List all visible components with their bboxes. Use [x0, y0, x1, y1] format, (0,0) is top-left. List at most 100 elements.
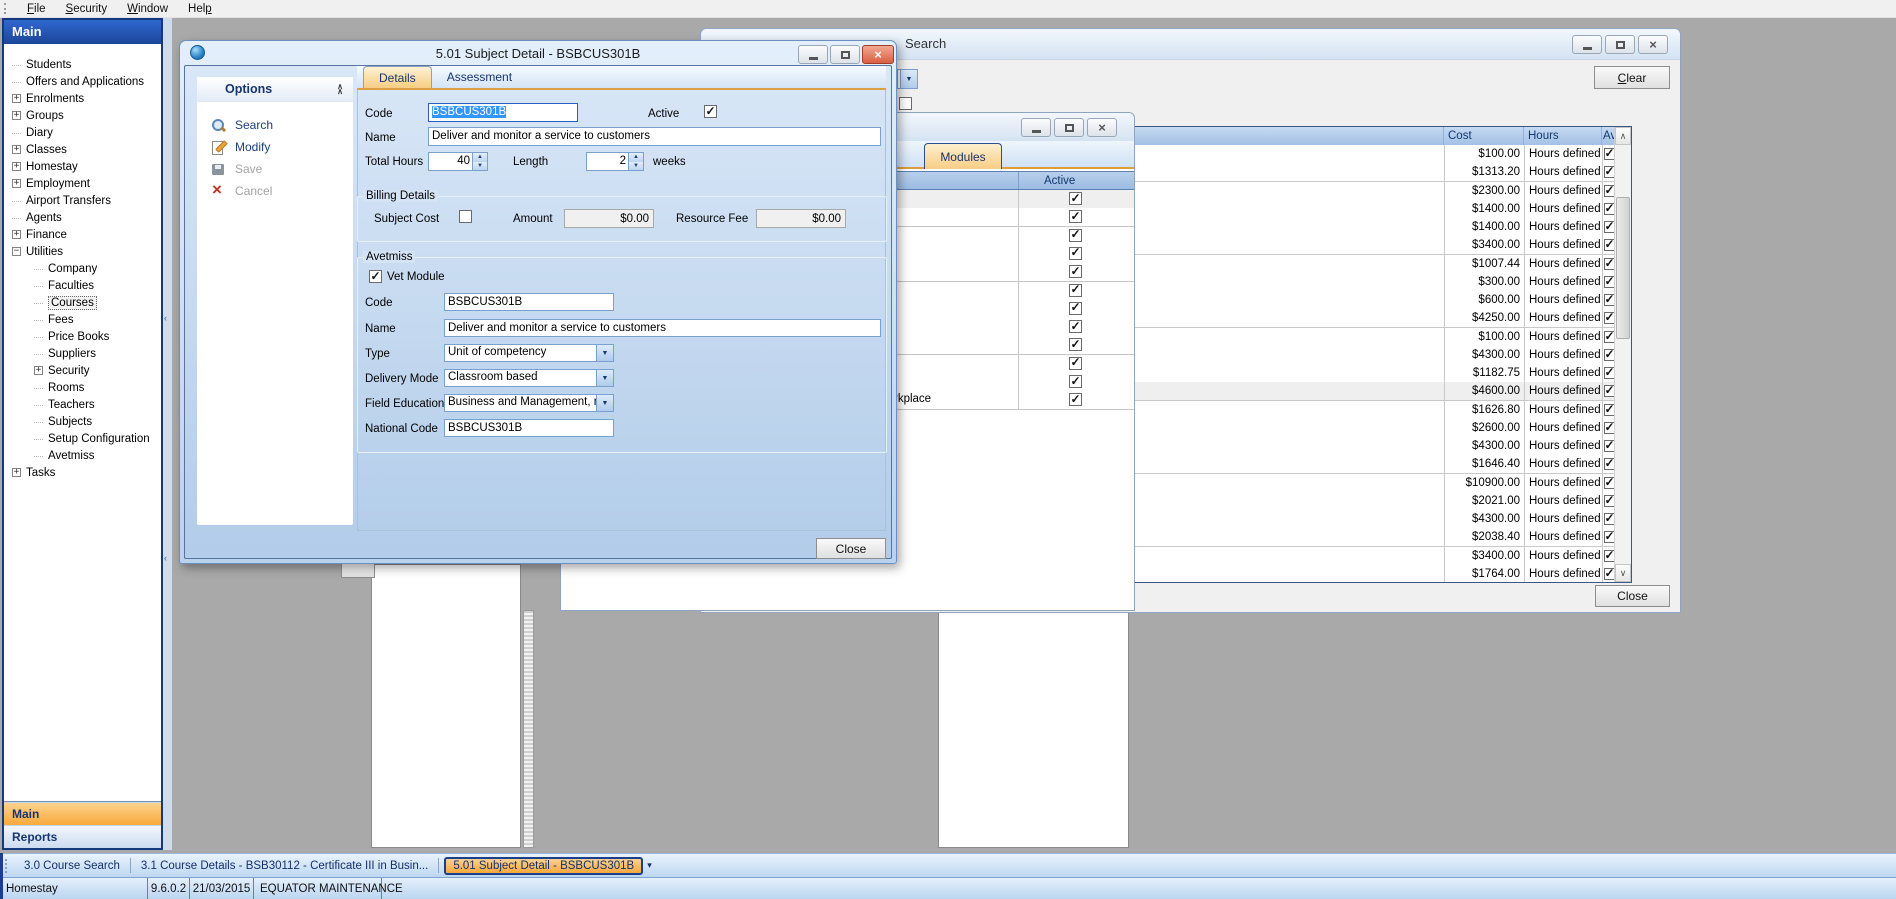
- module-active-checkbox[interactable]: [1069, 210, 1082, 223]
- tab-modules[interactable]: Modules: [924, 143, 1002, 169]
- available-checkbox[interactable]: [1604, 550, 1615, 562]
- avetmiss-name-input[interactable]: Deliver and monitor a service to custome…: [444, 319, 881, 337]
- available-checkbox[interactable]: [1604, 239, 1615, 251]
- code-input[interactable]: BSBCUS301B: [428, 103, 578, 122]
- sidebar-item-utilities[interactable]: −Utilities: [4, 243, 161, 260]
- spin-down-icon[interactable]: ▼: [629, 162, 643, 171]
- sidebar-item-price-books[interactable]: Price Books: [4, 328, 161, 345]
- close-button[interactable]: ×: [1087, 118, 1117, 137]
- available-checkbox[interactable]: [1604, 367, 1615, 379]
- options-header[interactable]: Options ∧∧: [197, 77, 353, 102]
- available-checkbox[interactable]: [1604, 440, 1615, 452]
- sidebar-button-reports[interactable]: Reports: [4, 825, 161, 848]
- collapse-icon[interactable]: −: [12, 247, 21, 256]
- chevron-down-icon[interactable]: ▼: [900, 70, 917, 88]
- delivery-mode-dropdown[interactable]: Classroom based ▼: [444, 369, 614, 387]
- maximize-button[interactable]: [830, 45, 860, 64]
- sidebar-item-subjects[interactable]: Subjects: [4, 413, 161, 430]
- avetmiss-code-input[interactable]: BSBCUS301B: [444, 293, 614, 311]
- available-checkbox[interactable]: [1604, 458, 1615, 470]
- available-checkbox[interactable]: [1604, 568, 1615, 580]
- total-hours-stepper[interactable]: 40 ▲▼: [428, 152, 488, 171]
- available-checkbox[interactable]: [1604, 258, 1615, 270]
- column-header-cost[interactable]: Cost: [1444, 127, 1524, 145]
- menu-item-window[interactable]: Window: [117, 2, 178, 16]
- collapse-chevrons-icon[interactable]: ∧∧: [337, 84, 343, 94]
- sidebar-item-fees[interactable]: Fees: [4, 311, 161, 328]
- module-active-checkbox[interactable]: [1069, 320, 1082, 333]
- chevron-down-icon[interactable]: ▼: [596, 370, 613, 386]
- module-active-checkbox[interactable]: [1069, 393, 1082, 406]
- taskbar-tab-3-1-course-details-bsb30112-ce[interactable]: 3.1 Course Details - BSB30112 - Certific…: [133, 858, 436, 874]
- vet-module-checkbox[interactable]: [369, 270, 382, 283]
- available-checkbox[interactable]: [1604, 349, 1615, 361]
- sidebar-item-rooms[interactable]: Rooms: [4, 379, 161, 396]
- type-dropdown[interactable]: Unit of competency ▼: [444, 344, 614, 362]
- spin-down-icon[interactable]: ▼: [473, 162, 487, 171]
- sidebar-item-employment[interactable]: +Employment: [4, 175, 161, 192]
- sidebar-item-finance[interactable]: +Finance: [4, 226, 161, 243]
- sidebar-item-tasks[interactable]: +Tasks: [4, 464, 161, 481]
- sidebar-button-main[interactable]: Main: [4, 802, 161, 825]
- available-checkbox[interactable]: [1604, 477, 1615, 489]
- expand-icon[interactable]: +: [12, 468, 21, 477]
- sidebar-item-teachers[interactable]: Teachers: [4, 396, 161, 413]
- expand-icon[interactable]: +: [12, 145, 21, 154]
- minimize-button[interactable]: [1572, 35, 1602, 54]
- module-active-checkbox[interactable]: [1069, 375, 1082, 388]
- available-checkbox[interactable]: [1604, 422, 1615, 434]
- search-filter-dropdown[interactable]: ▼: [897, 69, 918, 89]
- sidebar-item-airport-transfers[interactable]: Airport Transfers: [4, 192, 161, 209]
- amount-field[interactable]: $0.00: [564, 209, 654, 228]
- close-button[interactable]: ×: [1638, 35, 1668, 54]
- tab-assessment[interactable]: Assessment: [432, 66, 527, 88]
- available-checkbox[interactable]: [1604, 531, 1615, 543]
- expand-icon[interactable]: +: [12, 179, 21, 188]
- available-checkbox[interactable]: [1604, 385, 1615, 397]
- resource-fee-field[interactable]: $0.00: [756, 209, 846, 228]
- dialog-titlebar[interactable]: 5.01 Subject Detail - BSBCUS301B ×: [180, 41, 896, 65]
- length-stepper[interactable]: 2 ▲▼: [586, 152, 644, 171]
- maximize-button[interactable]: [1605, 35, 1635, 54]
- vertical-scrollbar[interactable]: ∧ ∨: [1614, 127, 1631, 582]
- sidebar-item-offers-and-applications[interactable]: Offers and Applications: [4, 73, 161, 90]
- available-checkbox[interactable]: [1604, 203, 1615, 215]
- sidebar-item-avetmiss[interactable]: Avetmiss: [4, 447, 161, 464]
- close-button[interactable]: ×: [862, 45, 894, 64]
- sidebar-item-security[interactable]: +Security: [4, 362, 161, 379]
- minimize-button[interactable]: [1021, 118, 1051, 137]
- column-header-active[interactable]: Active: [1018, 172, 1134, 189]
- expand-icon[interactable]: +: [12, 111, 21, 120]
- available-checkbox[interactable]: [1604, 513, 1615, 525]
- sidebar-item-company[interactable]: Company: [4, 260, 161, 277]
- sidebar-item-homestay[interactable]: +Homestay: [4, 158, 161, 175]
- search-filter-checkbox[interactable]: [899, 97, 912, 110]
- available-checkbox[interactable]: [1604, 404, 1615, 416]
- spin-up-icon[interactable]: ▲: [473, 153, 487, 162]
- available-checkbox[interactable]: [1604, 294, 1615, 306]
- minimize-button[interactable]: [798, 45, 828, 64]
- available-checkbox[interactable]: [1604, 221, 1615, 233]
- sidebar-item-suppliers[interactable]: Suppliers: [4, 345, 161, 362]
- module-active-checkbox[interactable]: [1069, 192, 1082, 205]
- menu-item-file[interactable]: File: [17, 2, 56, 16]
- collapse-left-icon[interactable]: ‹: [164, 553, 167, 563]
- module-active-checkbox[interactable]: [1069, 265, 1082, 278]
- sidebar-item-setup-configuration[interactable]: Setup Configuration: [4, 430, 161, 447]
- column-header-hours[interactable]: Hours: [1524, 127, 1602, 145]
- maximize-button[interactable]: [1054, 118, 1084, 137]
- sidebar-item-courses[interactable]: Courses: [4, 294, 161, 311]
- menu-item-security[interactable]: Security: [56, 2, 118, 16]
- national-code-input[interactable]: BSBCUS301B: [444, 419, 614, 437]
- taskbar-tab-3-0-course-search[interactable]: 3.0 Course Search: [16, 858, 128, 874]
- available-checkbox[interactable]: [1604, 312, 1615, 324]
- module-active-checkbox[interactable]: [1069, 357, 1082, 370]
- toolbar-overflow-icon[interactable]: ▾: [647, 863, 652, 868]
- sidebar-item-students[interactable]: Students: [4, 56, 161, 73]
- scroll-up-icon[interactable]: ∧: [1615, 127, 1631, 145]
- sidebar-item-diary[interactable]: Diary: [4, 124, 161, 141]
- available-checkbox[interactable]: [1604, 148, 1615, 160]
- sidebar-item-agents[interactable]: Agents: [4, 209, 161, 226]
- field-education-dropdown[interactable]: Business and Management, n.e. ▼: [444, 394, 614, 412]
- collapse-left-icon[interactable]: ‹: [164, 313, 167, 323]
